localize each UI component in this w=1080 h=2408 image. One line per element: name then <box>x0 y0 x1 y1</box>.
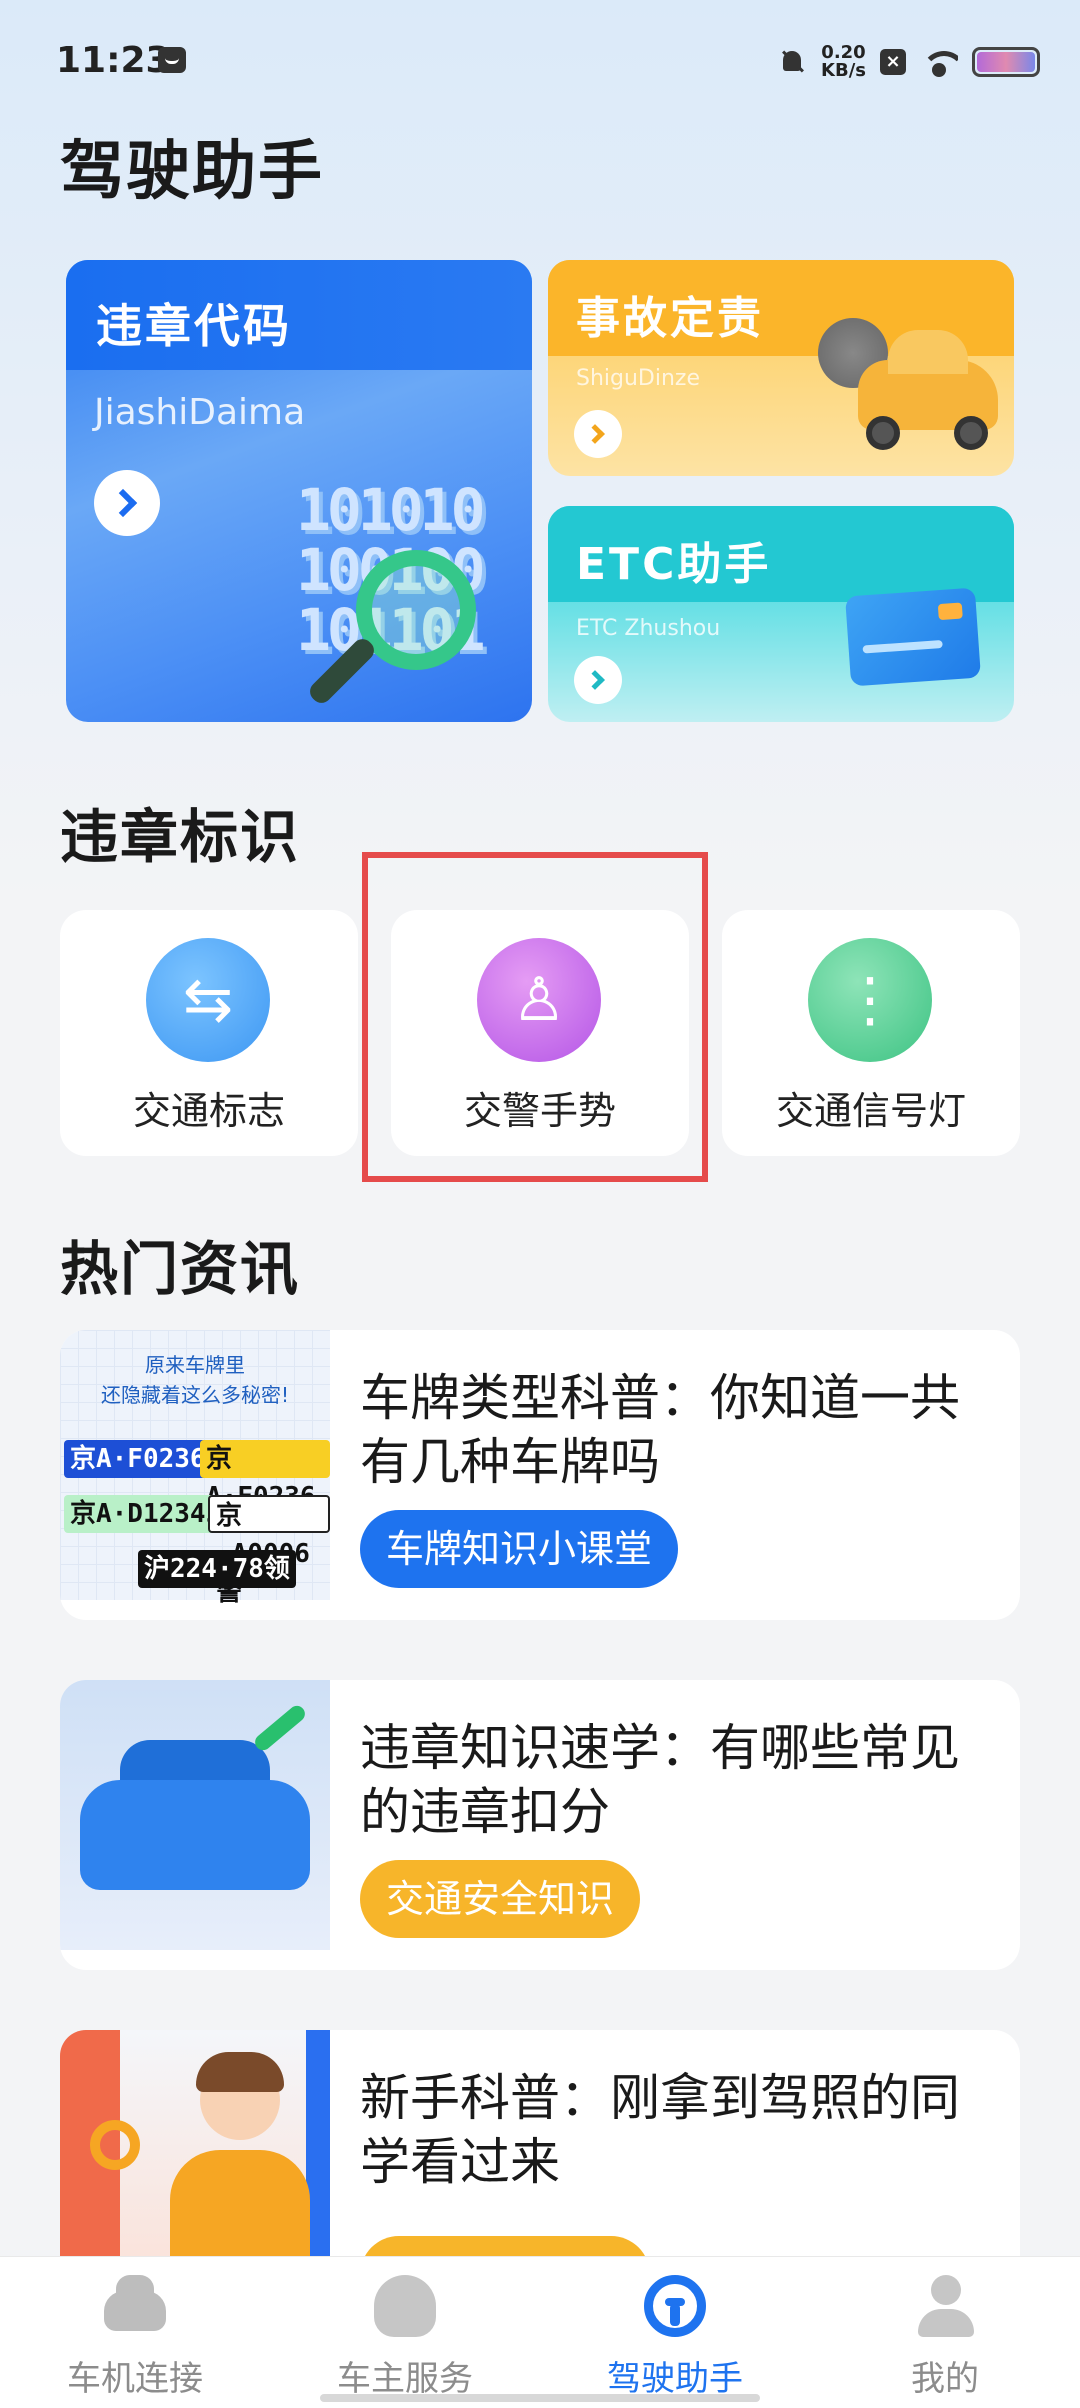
nav-item-driving-assistant[interactable]: 驾驶助手 <box>540 2257 810 2408</box>
card-title: 事故定责 <box>576 293 764 344</box>
wifi-icon <box>920 47 958 77</box>
news-item[interactable]: 违章知识速学：有哪些常见的违章扣分 交通安全知识 <box>60 1680 1020 1970</box>
user-icon <box>914 2275 976 2337</box>
status-icons: 0.20 KB/s × <box>777 40 1040 84</box>
status-bar: 11:23 0.20 KB/s × <box>0 0 1080 120</box>
nav-item-owner-services[interactable]: 车主服务 <box>270 2257 540 2408</box>
battery-icon <box>972 47 1040 77</box>
car-thumbnail <box>60 1680 330 1950</box>
news-title: 车牌类型科普：你知道一共有几种车牌吗 <box>360 1369 960 1491</box>
nav-item-profile[interactable]: 我的 <box>810 2257 1080 2408</box>
etc-assistant-card[interactable]: ETC助手 ETC Zhushou <box>548 506 1014 722</box>
chevron-right-icon[interactable] <box>574 656 622 704</box>
road-sign-icon: ⇆ <box>146 938 270 1062</box>
news-tag: 车牌知识小课堂 <box>360 1510 679 1588</box>
nav-label: 车主服务 <box>337 2359 473 2399</box>
sign-item-label: 交通标志 <box>132 1089 285 1133</box>
violation-code-card[interactable]: 违章代码 JiashiDaima 101010 100100 101101 <box>66 260 532 722</box>
etc-card-illustration <box>845 587 981 687</box>
news-item[interactable]: 原来车牌里 还隐藏着这么多秘密! 京A·F0236 京A·F0236 京A·D1… <box>60 1330 1020 1620</box>
bottom-nav: 车机连接 车主服务 驾驶助手 我的 <box>0 2256 1080 2408</box>
news-title: 违章知识速学：有哪些常见的违章扣分 <box>360 1719 960 1841</box>
nav-label: 车机连接 <box>67 2359 203 2399</box>
mute-icon <box>777 47 807 77</box>
accident-liability-card[interactable]: 事故定责 ShiguDinze <box>548 260 1014 476</box>
card-subtitle: ShiguDinze <box>576 366 701 391</box>
home-indicator[interactable] <box>320 2394 760 2402</box>
sign-item-label: 交通信号灯 <box>775 1089 966 1133</box>
chevron-right-icon[interactable] <box>94 470 160 536</box>
no-sim-icon: × <box>880 49 906 75</box>
signs-section-title: 违章标识 <box>60 803 301 871</box>
sign-item-traffic-signs[interactable]: ⇆ 交通标志 <box>60 910 358 1156</box>
news-section-title: 热门资讯 <box>60 1235 301 1303</box>
arrow-up-icon <box>251 1702 309 1754</box>
chevron-right-icon[interactable] <box>574 410 622 458</box>
highlight-box <box>362 852 708 1182</box>
steering-wheel-icon <box>644 2275 706 2337</box>
news-tag: 交通安全知识 <box>360 1860 641 1938</box>
car-icon <box>104 2275 166 2331</box>
card-title: 违章代码 <box>96 299 292 353</box>
nav-label: 驾驶助手 <box>607 2359 743 2399</box>
card-title: ETC助手 <box>576 539 772 590</box>
network-speed: 0.20 KB/s <box>821 42 866 81</box>
car-illustration <box>858 330 998 450</box>
nav-label: 我的 <box>911 2359 979 2399</box>
license-plates-thumbnail: 原来车牌里 还隐藏着这么多秘密! 京A·F0236 京A·F0236 京A·D1… <box>60 1330 330 1607</box>
news-title: 新手科普：刚拿到驾照的同学看过来 <box>360 2069 960 2191</box>
service-icon <box>374 2275 436 2337</box>
sign-item-traffic-lights[interactable]: ⋮ 交通信号灯 <box>722 910 1020 1156</box>
traffic-light-icon: ⋮ <box>808 938 932 1062</box>
nav-item-car-connect[interactable]: 车机连接 <box>0 2257 270 2408</box>
message-notification-icon <box>158 47 186 73</box>
card-subtitle: JiashiDaima <box>94 392 306 433</box>
status-time: 11:23 <box>56 40 171 81</box>
card-subtitle: ETC Zhushou <box>576 616 721 641</box>
page-title: 驾驶助手 <box>60 135 324 209</box>
